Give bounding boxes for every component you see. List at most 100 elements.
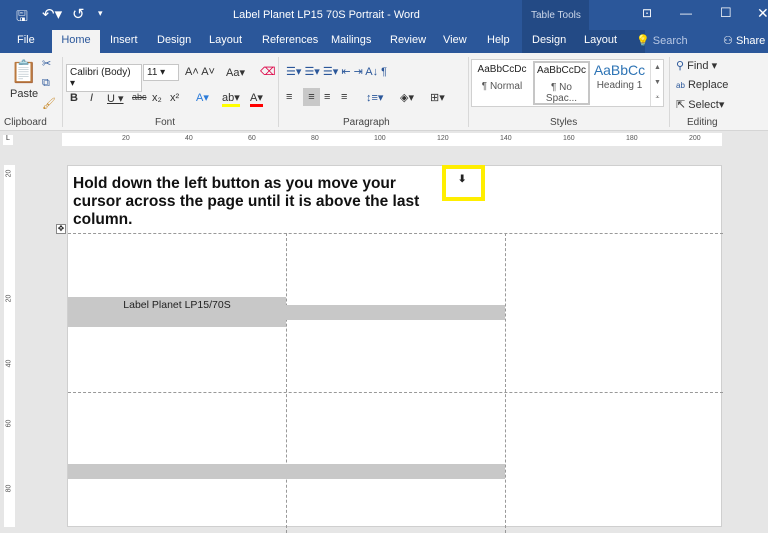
table-tools-label: Table Tools	[531, 10, 581, 21]
paste-icon[interactable]: 📋	[10, 59, 37, 85]
ruler-tick-label: 20	[122, 135, 130, 142]
tab-home[interactable]: Home	[52, 30, 100, 54]
style-normal[interactable]: AaBbCcDc ¶ Normal	[474, 64, 530, 92]
grow-font-icon[interactable]: A˄ A˅	[185, 66, 215, 78]
underline-icon[interactable]: U ▾	[107, 92, 124, 105]
close-button[interactable]: ✕	[757, 5, 768, 22]
maximize-button[interactable]: ☐	[720, 5, 732, 21]
customize-icon[interactable]: ▾	[98, 8, 103, 19]
ruler-tick-label: 80	[5, 484, 13, 493]
title-bar: 🖫 ↶▾ ↺ ▾ Label Planet LP15 70S Portrait …	[0, 0, 768, 30]
tab-view[interactable]: View	[443, 34, 467, 46]
ruler-tick-label: 120	[437, 135, 449, 142]
styles-scroll[interactable]: ▲ ▼ ⩡	[650, 60, 664, 106]
font-name-dropdown[interactable]: Calibri (Body) ▾	[66, 64, 142, 92]
vertical-ruler[interactable]: 20 20 40 60 80	[4, 165, 15, 527]
paragraph-group-label: Paragraph	[343, 117, 390, 128]
styles-group-label: Styles	[550, 117, 578, 128]
align-right-icon[interactable]: ≡	[324, 91, 330, 103]
tab-layout[interactable]: Layout	[209, 34, 242, 46]
ruler-tick-label: 100	[374, 135, 386, 142]
paste-button[interactable]: Paste	[10, 88, 38, 100]
tab-table-layout[interactable]: Layout	[584, 34, 617, 46]
table-move-handle-icon[interactable]: ✥	[56, 224, 66, 234]
search-box[interactable]: 💡 Search	[636, 34, 688, 47]
tab-design[interactable]: Design	[157, 34, 191, 46]
ruler-tick-label: 180	[626, 135, 638, 142]
ruler-tick-label: 20	[5, 294, 13, 303]
undo-icon[interactable]: ↶▾	[42, 5, 62, 23]
style-no-spacing[interactable]: AaBbCcDc ¶ No Spac...	[533, 61, 590, 105]
strikethrough-icon[interactable]: abc	[132, 92, 147, 102]
superscript-icon[interactable]: x²	[170, 92, 179, 104]
document-page[interactable]: Hold down the left button as you move yo…	[67, 165, 723, 533]
replace-icon: ab	[676, 81, 685, 90]
tab-insert[interactable]: Insert	[110, 34, 138, 46]
ruler-tick-label: 60	[248, 135, 256, 142]
line-spacing-icon[interactable]: ↕≡▾	[366, 91, 383, 104]
search-label: Search	[652, 35, 688, 47]
align-left-icon[interactable]: ≡	[286, 91, 292, 103]
ruler-tick-label: 40	[185, 135, 193, 142]
cell-shading	[286, 305, 505, 320]
style-heading-1[interactable]: AaBbCc Heading 1	[592, 62, 647, 91]
cut-icon[interactable]: ✂	[42, 57, 51, 70]
ribbon-tabs: File Insert Design Layout References Mai…	[0, 30, 768, 53]
borders-icon[interactable]: ⊞▾	[430, 91, 445, 104]
tab-review[interactable]: Review	[390, 34, 426, 46]
font-size-dropdown[interactable]: 11 ▾	[143, 64, 179, 81]
ruler-tick-label: 200	[689, 135, 701, 142]
styles-gallery: AaBbCcDc ¶ Normal AaBbCcDc ¶ No Spac... Aa…	[471, 59, 664, 107]
table-column-line	[286, 233, 287, 533]
column-select-cursor-icon: ⬇	[458, 174, 467, 185]
save-icon[interactable]: 🖫	[16, 6, 28, 30]
subscript-icon[interactable]: x₂	[152, 92, 162, 104]
tab-table-design[interactable]: Design	[532, 34, 566, 46]
italic-icon[interactable]: I	[90, 92, 93, 104]
tab-help[interactable]: Help	[487, 34, 510, 46]
font-size-value: 11	[147, 67, 158, 78]
text-effects-icon[interactable]: A▾	[196, 91, 209, 104]
person-icon: ⚇	[723, 35, 733, 47]
bold-icon[interactable]: B	[70, 92, 78, 104]
ruler-tick-label: 140	[500, 135, 512, 142]
redo-icon[interactable]: ↺	[72, 5, 85, 23]
tab-mailings[interactable]: Mailings	[331, 34, 371, 46]
copy-icon[interactable]: ⧉	[42, 77, 50, 90]
ruler-tick-label: 160	[563, 135, 575, 142]
cell-shading	[68, 464, 505, 479]
label-cell-text: Label Planet LP15/70S	[68, 297, 286, 327]
ribbon: 📋 Paste ✂ ⧉ 🖌 Clipboard Calibri (Body) ▾…	[0, 53, 768, 131]
clipboard-group-label: Clipboard	[4, 117, 47, 128]
select-label: Select	[688, 99, 719, 111]
horizontal-ruler[interactable]: 20 40 60 80 100 120 140 160 180 200	[62, 133, 722, 146]
ruler-tick-label: 40	[5, 359, 13, 368]
table-gridline	[68, 392, 723, 393]
find-button[interactable]: ⚲ Find ▾	[676, 59, 717, 72]
share-button[interactable]: ⚇ Share	[723, 34, 765, 47]
tab-selector[interactable]: L	[3, 135, 13, 145]
change-case-label: Aa	[226, 67, 240, 79]
minimize-button[interactable]: —	[680, 6, 692, 20]
shading-icon[interactable]: ◈▾	[400, 91, 414, 104]
find-label: Find	[687, 60, 709, 72]
font-name-value: Calibri (Body)	[70, 67, 131, 78]
font-color-icon[interactable]: A▾	[250, 91, 263, 107]
ribbon-display-icon[interactable]: ⊡	[642, 6, 652, 20]
ruler-tick-label: 80	[311, 135, 319, 142]
tab-references[interactable]: References	[262, 34, 318, 46]
select-button[interactable]: ⇱ Select▾	[676, 98, 724, 111]
search-icon: ⚲	[676, 60, 685, 72]
replace-button[interactable]: ab Replace	[676, 79, 728, 91]
bullets-icon[interactable]: ☰▾ ☰▾ ☰▾ ⇤ ⇥ A↓ ¶	[286, 65, 387, 78]
clear-formatting-icon[interactable]: ⌫	[260, 65, 276, 78]
ruler-tick-label: 60	[5, 419, 13, 428]
window-title: Label Planet LP15 70S Portrait - Word	[233, 9, 420, 21]
change-case-button[interactable]: Aa▾	[226, 66, 245, 79]
highlight-icon[interactable]: ab▾	[222, 91, 240, 107]
format-painter-icon[interactable]: 🖌	[42, 97, 56, 110]
table-gridline	[68, 233, 723, 234]
align-center-icon[interactable]: ≡	[303, 88, 320, 106]
tab-file[interactable]: File	[17, 34, 35, 46]
justify-icon[interactable]: ≡	[341, 91, 347, 103]
